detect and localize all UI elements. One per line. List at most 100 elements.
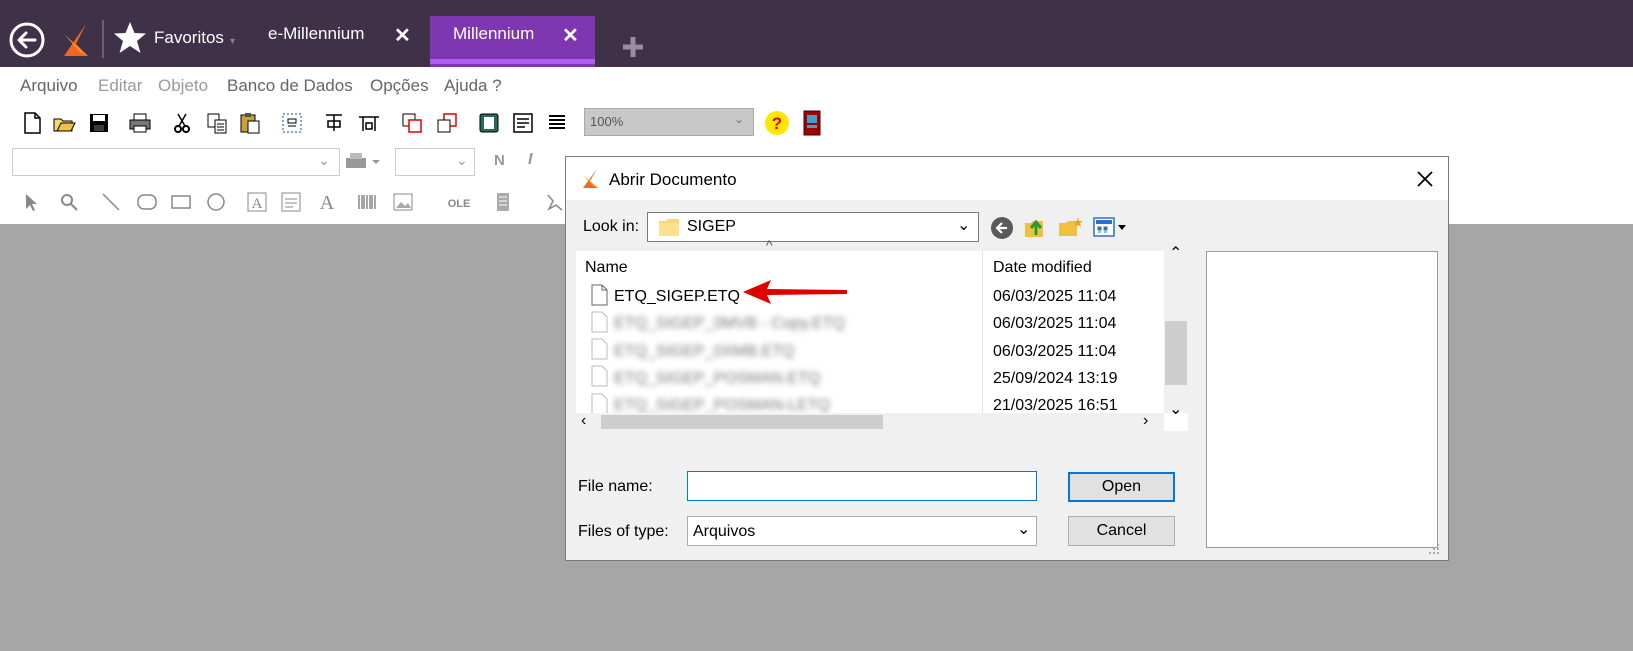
file-icon (591, 338, 608, 360)
cut-icon[interactable] (170, 111, 194, 135)
send-back-icon[interactable] (435, 111, 459, 135)
menu-arquivo[interactable]: Arquivo (20, 76, 78, 96)
chart-tool-icon[interactable] (544, 191, 566, 213)
file-name[interactable]: ETQ_SIGEP_0XMB.ETQ (614, 343, 795, 361)
file-date: 06/03/2025 11:04 (993, 343, 1117, 360)
image-tool-icon[interactable] (392, 191, 414, 213)
favorites-label[interactable]: Favoritos (154, 28, 224, 48)
column-header-name[interactable]: Name (585, 259, 628, 277)
new-folder-icon[interactable] (1057, 213, 1083, 241)
bold-icon[interactable]: N (494, 152, 505, 169)
file-name[interactable]: ETQ_SIGEP_POSMAN.ETQ (614, 370, 820, 388)
menu-ajuda[interactable]: Ajuda ? (444, 76, 502, 96)
rect-tool-icon[interactable] (170, 191, 192, 213)
back-icon[interactable] (990, 216, 1014, 240)
exit-door-icon[interactable] (801, 109, 823, 137)
open-document-dialog: Abrir Documento Look in: SIGEP ⌄ ^ Name … (565, 156, 1449, 561)
zoom-value: 100% (590, 114, 624, 129)
menu-banco-de-dados[interactable]: Banco de Dados (227, 76, 353, 96)
favorites-dropdown-icon[interactable]: ▾ (230, 36, 235, 47)
properties-icon[interactable] (511, 111, 535, 135)
scroll-left-icon[interactable]: ‹ (581, 412, 586, 430)
file-name[interactable]: ETQ_SIGEP.ETQ (614, 288, 740, 306)
rounded-rect-tool-icon[interactable] (136, 191, 158, 213)
font-name-select[interactable] (12, 148, 340, 176)
files-of-type-value: Arquivos (693, 523, 756, 540)
ellipse-tool-icon[interactable] (205, 191, 227, 213)
file-date: 06/03/2025 11:04 (993, 288, 1117, 305)
view-menu-icon[interactable] (1092, 215, 1132, 239)
folder-icon (659, 219, 679, 236)
horizontal-scroll-thumb[interactable] (601, 415, 883, 429)
zoom-tool-icon[interactable] (58, 191, 80, 213)
copy-icon[interactable] (205, 111, 229, 135)
italic-icon[interactable]: I (528, 151, 532, 169)
subreport-tool-icon[interactable] (492, 191, 514, 213)
files-of-type-dropdown-icon[interactable]: ⌄ (1017, 519, 1030, 539)
scroll-right-icon[interactable]: › (1143, 412, 1148, 430)
column-divider (982, 251, 983, 431)
printer-select-icon[interactable] (344, 150, 384, 172)
svg-text:?: ? (772, 114, 782, 133)
distribute-icon[interactable] (357, 111, 381, 135)
app-logo-icon (583, 169, 598, 188)
svg-text:A: A (320, 192, 335, 213)
file-name-label: File name: (578, 478, 653, 495)
vertical-scroll-thumb[interactable] (1165, 321, 1187, 385)
tab-e-millennium[interactable]: e-Millennium (268, 24, 364, 44)
font-dropdown-icon[interactable]: ⌄ (318, 152, 330, 169)
save-icon[interactable] (87, 111, 111, 135)
line-tool-icon[interactable] (100, 191, 122, 213)
label-tool-icon[interactable]: A (316, 191, 338, 213)
star-icon[interactable] (112, 20, 148, 56)
cancel-button[interactable]: Cancel (1068, 516, 1175, 546)
tab-divider (102, 20, 104, 58)
scroll-up-icon[interactable]: ⌃ (1169, 243, 1182, 263)
select-area-icon[interactable] (280, 111, 304, 135)
scroll-down-icon[interactable]: ⌄ (1169, 399, 1182, 419)
ole-tool-icon[interactable]: OLE (448, 191, 470, 213)
file-name[interactable]: ETQ_SIGEP_0MVB - Copy.ETQ (614, 315, 845, 333)
up-folder-icon[interactable] (1022, 213, 1048, 241)
memo-tool-icon[interactable] (280, 191, 302, 213)
open-folder-icon[interactable] (52, 111, 76, 135)
paste-icon[interactable] (238, 111, 262, 135)
back-icon[interactable] (8, 21, 46, 59)
svg-text:OLE: OLE (448, 198, 470, 210)
files-of-type-label: Files of type: (578, 523, 669, 540)
pointer-icon[interactable] (20, 191, 42, 213)
help-icon[interactable]: ? (764, 110, 790, 136)
file-icon (591, 393, 608, 415)
red-arrow-annotation (743, 280, 847, 304)
list-icon[interactable] (545, 111, 569, 135)
open-button[interactable]: Open (1068, 472, 1175, 502)
file-name-input[interactable] (687, 471, 1037, 501)
dialog-title: Abrir Documento (609, 170, 737, 189)
font-size-dropdown-icon[interactable]: ⌄ (456, 152, 468, 169)
column-header-date[interactable]: Date modified (993, 259, 1092, 277)
print-icon[interactable] (128, 111, 152, 135)
svg-text:A: A (252, 196, 263, 212)
tab-millennium[interactable]: Millennium (453, 24, 534, 44)
look-in-dropdown-icon[interactable]: ⌄ (957, 215, 970, 235)
bring-front-icon[interactable] (400, 111, 424, 135)
look-in-label: Look in: (583, 218, 640, 235)
menu-objeto[interactable]: Objeto (158, 76, 208, 96)
zoom-dropdown-icon[interactable]: ⌄ (734, 112, 744, 126)
page-setup-icon[interactable] (477, 111, 501, 135)
new-document-icon[interactable] (20, 111, 44, 135)
new-tab-icon[interactable] (621, 35, 645, 59)
text-box-tool-icon[interactable]: A (246, 191, 268, 213)
close-tab-icon[interactable]: ✕ (394, 23, 411, 48)
sort-ascending-icon: ^ (766, 237, 773, 253)
align-icon[interactable] (322, 111, 346, 135)
menu-opcoes[interactable]: Opções (370, 76, 429, 96)
close-tab-icon[interactable]: ✕ (562, 23, 579, 48)
file-icon (591, 365, 608, 387)
resize-grip-icon[interactable] (1428, 543, 1440, 555)
barcode-tool-icon[interactable] (356, 191, 378, 213)
close-dialog-icon[interactable] (1415, 169, 1435, 189)
file-date: 25/09/2024 13:19 (993, 370, 1118, 387)
look-in-value: SIGEP (687, 218, 736, 235)
menu-editar[interactable]: Editar (98, 76, 142, 96)
